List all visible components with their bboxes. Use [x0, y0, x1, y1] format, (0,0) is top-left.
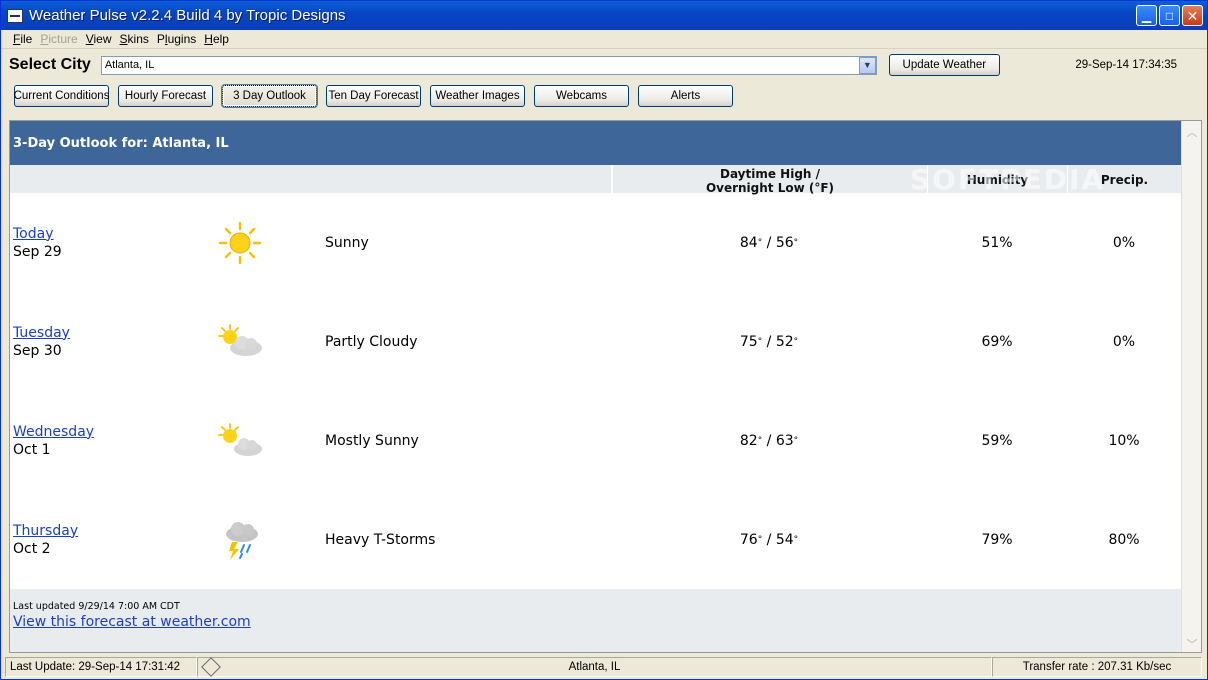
day-link[interactable]: Today — [13, 226, 54, 242]
menu-file[interactable]: File — [9, 32, 36, 46]
forecast-day: Wednesday Oct 1 — [10, 423, 200, 459]
connection-icon — [201, 657, 221, 677]
day-link[interactable]: Wednesday — [13, 424, 94, 440]
window-title: Weather Pulse v2.2.4 Build 4 by Tropic D… — [29, 7, 346, 24]
chevron-down-icon[interactable]: ▼ — [858, 56, 876, 74]
temperature-range: 82° / 63° — [739, 432, 799, 449]
tab-hourly-forecast[interactable]: Hourly Forecast — [118, 85, 213, 107]
weather-com-link[interactable]: View this forecast at weather.com — [13, 614, 251, 630]
select-city-label: Select City — [9, 56, 91, 73]
menu-bar: File Picture View Skins Plugins Help — [1, 30, 1207, 49]
humidity-value: 79% — [981, 531, 1013, 548]
day-link[interactable]: Tuesday — [13, 325, 70, 341]
condition-text: Heavy T-Storms — [325, 531, 436, 548]
view-tabs: Current Conditions Hourly Forecast 3 Day O… — [1, 81, 1207, 111]
low-temp: 63 — [775, 432, 794, 449]
close-button[interactable]: ✕ — [1182, 5, 1203, 26]
tab-alerts[interactable]: Alerts — [638, 85, 733, 107]
minimize-button[interactable]: ▁ — [1136, 5, 1157, 26]
app-icon — [7, 8, 23, 23]
forecast-day: Thursday Oct 2 — [10, 522, 200, 558]
city-bar: Select City Atlanta, IL ▼ Update Weather… — [1, 49, 1207, 81]
forecast-row: Wednesday Oct 1 Mostly Sunny 82° / 63° 5… — [10, 391, 1181, 490]
high-temp: 76 — [739, 531, 758, 548]
temps-header-line1: Daytime High / — [719, 167, 821, 181]
low-temp: 56 — [775, 234, 794, 251]
day-date: Oct 1 — [13, 441, 51, 458]
column-header-temps: Daytime High / Overnight Low (°F) — [611, 165, 927, 195]
precip-value: 10% — [1108, 432, 1140, 449]
humidity-value: 59% — [981, 432, 1013, 449]
menu-view[interactable]: View — [82, 32, 116, 46]
status-last-update: Last Update: 29-Sep-14 17:31:42 — [5, 657, 197, 677]
low-temp: 54 — [775, 531, 794, 548]
day-date: Sep 30 — [13, 342, 62, 359]
forecast-footer: Last updated 9/29/14 7:00 AM CDT View th… — [10, 589, 1181, 652]
humidity-value: 69% — [981, 333, 1013, 350]
mostly-sunny-icon — [200, 422, 280, 459]
column-header-blank — [10, 165, 611, 193]
thunderstorm-icon — [200, 518, 280, 562]
city-dropdown-value: Atlanta, IL — [104, 59, 155, 71]
high-temp: 84 — [739, 234, 758, 251]
condition-text: Mostly Sunny — [325, 432, 419, 449]
condition-text: Sunny — [325, 234, 369, 251]
day-link[interactable]: Thursday — [13, 523, 78, 539]
menu-plugins[interactable]: Plugins — [153, 32, 200, 46]
forecast-rows: Today Sep 29 Sunny 84° / 56° 51% 0% Tues… — [10, 193, 1181, 589]
vertical-scrollbar[interactable]: ︿ ﹀ — [1181, 121, 1202, 652]
forecast-row: Thursday Oct 2 Heavy T-Storms 76° / 54° … — [10, 490, 1181, 589]
precip-value: 0% — [1112, 333, 1136, 350]
last-updated-text: Last updated 9/29/14 7:00 AM CDT — [13, 601, 180, 612]
temperature-range: 76° / 54° — [739, 531, 799, 548]
current-datetime: 29-Sep-14 17:34:35 — [1075, 59, 1177, 71]
status-transfer-rate: Transfer rate : 207.31 Kb/sec — [992, 657, 1202, 677]
maximize-button[interactable]: □ — [1159, 5, 1180, 26]
partly-cloudy-icon — [200, 323, 280, 360]
maximize-icon: □ — [1165, 8, 1174, 23]
forecast-row: Today Sep 29 Sunny 84° / 56° 51% 0% — [10, 193, 1181, 292]
condition-text: Partly Cloudy — [325, 333, 418, 350]
day-date: Oct 2 — [13, 540, 51, 557]
outlook-title: 3-Day Outlook for: Atlanta, IL — [10, 121, 1181, 165]
forecast-day: Tuesday Sep 30 — [10, 324, 200, 360]
city-dropdown[interactable]: Atlanta, IL ▼ — [100, 55, 877, 75]
precip-value: 0% — [1112, 234, 1136, 251]
softpedia-watermark: SOFTPEDIA — [910, 163, 1106, 196]
status-bar: Last Update: 29-Sep-14 17:31:42 Atlanta,… — [1, 655, 1207, 679]
tab-3-day-outlook[interactable]: 3 Day Outlook — [222, 85, 317, 107]
low-temp: 52 — [775, 333, 794, 350]
day-date: Sep 29 — [13, 243, 62, 260]
precip-value: 80% — [1108, 531, 1140, 548]
status-city: Atlanta, IL — [568, 661, 621, 673]
tab-current-conditions[interactable]: Current Conditions — [14, 85, 109, 107]
scroll-down-icon[interactable]: ﹀ — [1182, 633, 1202, 652]
close-icon: ✕ — [1186, 7, 1199, 24]
tab-ten-day-forecast[interactable]: Ten Day Forecast — [326, 85, 421, 107]
minimize-icon: ▁ — [1141, 8, 1152, 23]
title-bar[interactable]: Weather Pulse v2.2.4 Build 4 by Tropic D… — [1, 1, 1207, 30]
forecast-row: Tuesday Sep 30 Partly Cloudy 75° / 52° 6… — [10, 292, 1181, 391]
high-temp: 75 — [739, 333, 758, 350]
app-window: Weather Pulse v2.2.4 Build 4 by Tropic D… — [0, 0, 1208, 680]
high-temp: 82 — [739, 432, 758, 449]
temperature-range: 75° / 52° — [739, 333, 799, 350]
menu-help[interactable]: Help — [200, 32, 233, 46]
update-weather-button[interactable]: Update Weather — [888, 54, 1000, 76]
menu-skins[interactable]: Skins — [116, 32, 153, 46]
tab-webcams[interactable]: Webcams — [534, 85, 629, 107]
outlook-content: 3-Day Outlook for: Atlanta, IL Daytime H… — [10, 121, 1181, 652]
tab-weather-images[interactable]: Weather Images — [430, 85, 525, 107]
status-city-cell: Atlanta, IL — [197, 657, 992, 677]
temperature-range: 84° / 56° — [739, 234, 799, 251]
scroll-up-icon[interactable]: ︿ — [1182, 121, 1202, 142]
forecast-panel: 3-Day Outlook for: Atlanta, IL Daytime H… — [9, 120, 1202, 653]
forecast-day: Today Sep 29 — [10, 225, 200, 261]
sunny-icon — [200, 221, 280, 265]
menu-picture[interactable]: Picture — [36, 32, 81, 46]
humidity-value: 51% — [981, 234, 1013, 251]
